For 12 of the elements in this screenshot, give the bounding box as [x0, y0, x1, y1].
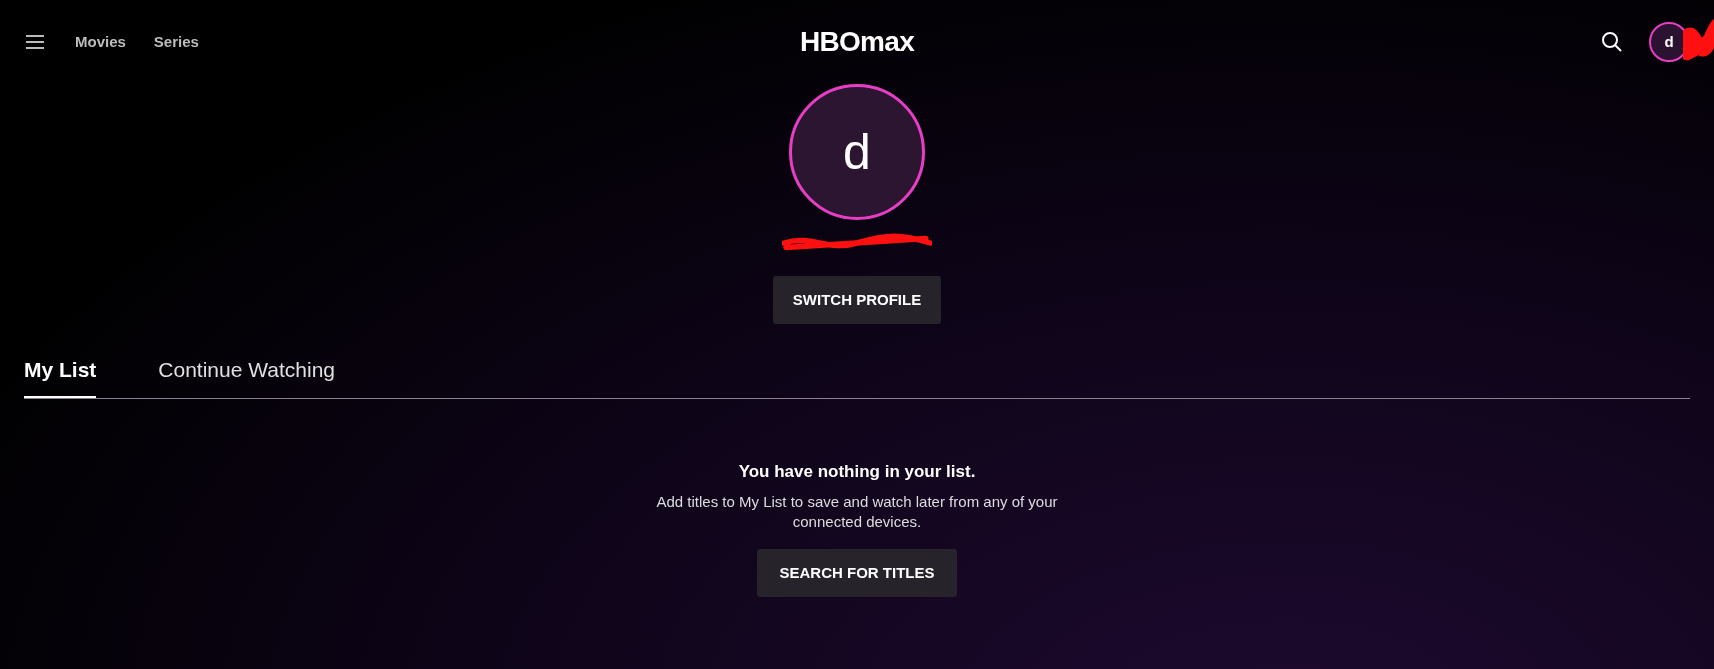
search-icon[interactable]: [1601, 31, 1623, 53]
empty-title: You have nothing in your list.: [738, 460, 976, 483]
menu-icon[interactable]: [25, 34, 45, 50]
nav-link[interactable]: Series: [153, 30, 199, 54]
profile-avatar: d: [789, 84, 925, 220]
empty-message: Add titles to My List to save and watch later from any of your connected devices.: [655, 492, 1059, 532]
logo[interactable]: HBOmax: [799, 26, 915, 57]
nav-link[interactable]: Movies: [75, 30, 126, 54]
tab[interactable]: My List: [24, 354, 97, 398]
tab[interactable]: Continue Watching: [158, 354, 335, 398]
switch-profile-button[interactable]: SWITCH PROFILE: [772, 276, 942, 324]
search-titles-button[interactable]: SEARCH FOR TITLES: [757, 549, 957, 597]
